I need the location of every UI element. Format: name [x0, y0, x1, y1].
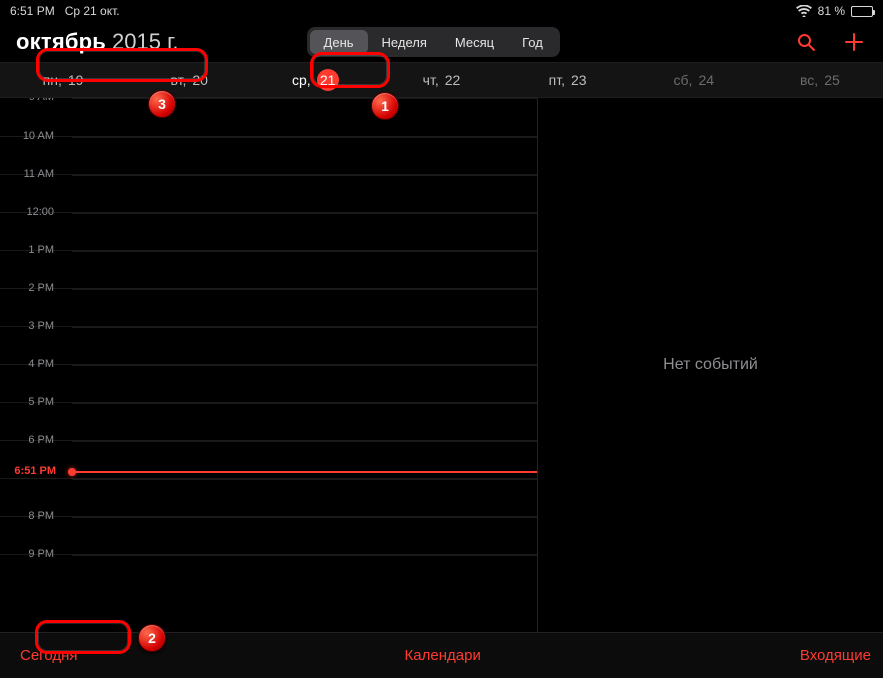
day-number: 19	[68, 72, 84, 88]
day-number: 22	[445, 72, 461, 88]
title-month: октябрь	[16, 29, 106, 55]
day-col-sat[interactable]: сб, 24	[631, 72, 757, 88]
day-label: ср,	[292, 72, 311, 88]
day-number: 25	[824, 72, 840, 88]
day-number: 21	[317, 69, 339, 91]
toolbar-inbox[interactable]: Входящие	[800, 647, 871, 664]
day-col-tue[interactable]: вт, 20	[126, 72, 252, 88]
hour-rows: 9 AM 10 AM 11 AM 12:00 1 PM 2 PM 3 PM 4 …	[0, 98, 537, 592]
toolbar-calendars[interactable]: Календари	[405, 647, 481, 664]
hour-label: 5 PM	[0, 396, 64, 408]
month-title[interactable]: октябрь 2015 г.	[10, 27, 185, 57]
battery-text: 81 %	[818, 4, 845, 18]
day-label: сб,	[674, 72, 693, 88]
hour-label: 10 AM	[0, 130, 64, 142]
hour-label: 9 AM	[0, 98, 64, 103]
hour-label: 2 PM	[0, 282, 64, 294]
status-date: Ср 21 окт.	[65, 4, 120, 18]
day-label: пт,	[549, 72, 565, 88]
event-detail-pane: Нет событий	[538, 98, 883, 632]
battery-icon	[851, 6, 873, 17]
segment-day[interactable]: День	[310, 30, 368, 54]
segment-month[interactable]: Месяц	[441, 30, 508, 54]
day-label: пн,	[43, 72, 62, 88]
search-icon[interactable]	[795, 31, 817, 53]
segment-week[interactable]: Неделя	[368, 30, 441, 54]
day-label: вс,	[800, 72, 818, 88]
segment-year[interactable]: Год	[508, 30, 557, 54]
view-segmented: День Неделя Месяц Год	[307, 27, 560, 57]
day-col-fri[interactable]: пт, 23	[505, 72, 631, 88]
add-event-icon[interactable]	[843, 31, 865, 53]
day-col-thu[interactable]: чт, 22	[378, 72, 504, 88]
hour-label: 8 PM	[0, 510, 64, 522]
no-events-text: Нет событий	[663, 356, 758, 374]
day-number: 24	[698, 72, 714, 88]
day-col-wed[interactable]: ср, 21	[252, 69, 378, 91]
day-col-mon[interactable]: пн, 19	[0, 72, 126, 88]
week-strip: пн, 19 вт, 20 ср, 21 чт, 22 пт, 23 сб, 2…	[0, 62, 883, 98]
day-label: чт,	[423, 72, 439, 88]
day-col-sun[interactable]: вс, 25	[757, 72, 883, 88]
toolbar-today[interactable]: Сегодня	[12, 643, 86, 668]
now-time-label: 6:51 PM	[0, 465, 64, 477]
wifi-icon	[796, 5, 812, 17]
title-year: 2015 г.	[112, 29, 179, 55]
day-timeline[interactable]: 9 AM 10 AM 11 AM 12:00 1 PM 2 PM 3 PM 4 …	[0, 98, 538, 632]
hour-label: 1 PM	[0, 244, 64, 256]
day-label: вт,	[170, 72, 186, 88]
hour-label: 6 PM	[0, 434, 64, 446]
hour-label: 11 AM	[0, 168, 64, 180]
hour-label: 4 PM	[0, 358, 64, 370]
bottom-toolbar: Сегодня Календари Входящие	[0, 632, 883, 678]
now-bar	[72, 471, 537, 473]
day-number: 23	[571, 72, 587, 88]
hour-label: 3 PM	[0, 320, 64, 332]
content: 9 AM 10 AM 11 AM 12:00 1 PM 2 PM 3 PM 4 …	[0, 98, 883, 632]
header: октябрь 2015 г. День Неделя Месяц Год	[0, 22, 883, 62]
hour-label: 12:00	[0, 206, 64, 218]
hour-label: 9 PM	[0, 548, 64, 560]
day-number: 20	[192, 72, 208, 88]
status-time: 6:51 PM	[10, 4, 55, 18]
status-bar: 6:51 PM Ср 21 окт. 81 %	[0, 0, 883, 22]
